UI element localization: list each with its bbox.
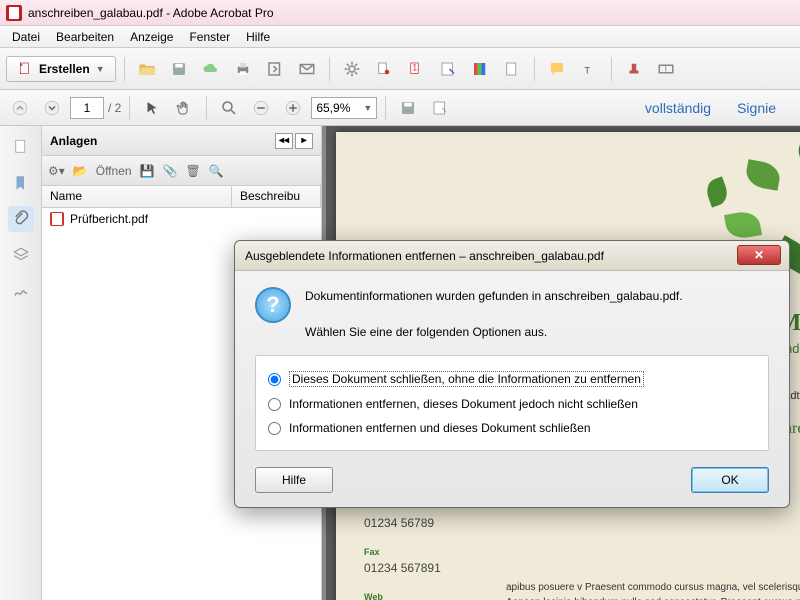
- open-button[interactable]: [133, 55, 161, 83]
- zoom-value: 65,9%: [316, 101, 350, 115]
- col-name[interactable]: Name: [42, 186, 232, 207]
- option-remove-keep-open[interactable]: Informationen entfernen, dieses Dokument…: [268, 392, 756, 416]
- ok-button[interactable]: OK: [691, 467, 769, 493]
- email-button[interactable]: [293, 55, 321, 83]
- create-icon: [17, 61, 33, 77]
- attach-open-label[interactable]: Öffnen: [96, 164, 132, 178]
- page-up-button[interactable]: [6, 94, 34, 122]
- layers-icon[interactable]: [8, 242, 34, 268]
- dialog-options: Dieses Dokument schließen, ohne die Info…: [255, 355, 769, 451]
- menu-bar: Datei Bearbeiten Anzeige Fenster Hilfe: [0, 26, 800, 48]
- page-down-button[interactable]: [38, 94, 66, 122]
- menu-window[interactable]: Fenster: [181, 28, 238, 46]
- radio-3[interactable]: [268, 422, 281, 435]
- chevron-down-icon: ▼: [96, 64, 105, 74]
- attach-add-icon[interactable]: 📎: [163, 164, 178, 178]
- dialog-message-1: Dokumentinformationen wurden gefunden in…: [305, 287, 683, 305]
- attachment-name: Prüfbericht.pdf: [70, 212, 148, 226]
- selection-tool[interactable]: [138, 94, 166, 122]
- tool-button-1[interactable]: [370, 55, 398, 83]
- doc-contact: 01234 56789 Fax 01234 567891 Web galabau…: [364, 514, 484, 600]
- attach-save-icon[interactable]: 💾: [140, 164, 155, 178]
- comment-button[interactable]: [543, 55, 571, 83]
- tool-button-5[interactable]: [498, 55, 526, 83]
- window-titlebar: anschreiben_galabau.pdf - Adobe Acrobat …: [0, 0, 800, 26]
- col-desc[interactable]: Beschreibu: [232, 186, 321, 207]
- option-3-label: Informationen entfernen und dieses Dokum…: [289, 421, 591, 435]
- attachments-toolbar: ⚙▾ 📂 Öffnen 💾 📎 🗑 🔍: [42, 156, 321, 186]
- attach-search-icon[interactable]: 🔍: [209, 164, 224, 178]
- svg-text:T: T: [584, 65, 590, 75]
- dialog-titlebar[interactable]: Ausgeblendete Informationen entfernen – …: [235, 241, 789, 271]
- option-1-label: Dieses Dokument schließen, ohne die Info…: [289, 371, 644, 387]
- option-2-label: Informationen entfernen, dieses Dokument…: [289, 397, 638, 411]
- attach-options-icon[interactable]: ⚙▾: [48, 164, 65, 178]
- radio-2[interactable]: [268, 398, 281, 411]
- app-icon: [6, 5, 22, 21]
- signatures-icon[interactable]: [8, 278, 34, 304]
- svg-text:1: 1: [412, 62, 417, 72]
- zoom-level-select[interactable]: 65,9% ▼: [311, 97, 377, 119]
- tool-button-4[interactable]: [466, 55, 494, 83]
- tool-button-3[interactable]: [434, 55, 462, 83]
- zoom-in-button[interactable]: [279, 94, 307, 122]
- attachments-icon[interactable]: [8, 206, 34, 232]
- dialog-message-2: Wählen Sie eine der folgenden Optionen a…: [305, 323, 683, 341]
- zoom-tool[interactable]: [215, 94, 243, 122]
- chevron-down-icon: ▼: [363, 103, 372, 113]
- bookmarks-icon[interactable]: [8, 170, 34, 196]
- radio-1[interactable]: [268, 373, 281, 386]
- main-toolbar: Erstellen ▼ 1 T T: [0, 48, 800, 90]
- panel-next-button[interactable]: ▸: [295, 133, 313, 149]
- menu-view[interactable]: Anzeige: [122, 28, 181, 46]
- save-copy-button[interactable]: [394, 94, 422, 122]
- hidden-info-dialog: Ausgeblendete Informationen entfernen – …: [234, 240, 790, 508]
- page-number-input[interactable]: [70, 97, 104, 119]
- textbox-button[interactable]: T: [652, 55, 680, 83]
- share-button[interactable]: [261, 55, 289, 83]
- create-label: Erstellen: [39, 62, 90, 76]
- attach-delete-icon[interactable]: 🗑: [185, 164, 200, 178]
- svg-text:T: T: [663, 63, 669, 73]
- panel-prev-button[interactable]: ◂◂: [275, 133, 293, 149]
- menu-edit[interactable]: Bearbeiten: [48, 28, 122, 46]
- attach-open-icon[interactable]: 📂: [73, 164, 88, 178]
- help-button[interactable]: Hilfe: [255, 467, 333, 493]
- question-icon: ?: [255, 287, 291, 323]
- cloud-button[interactable]: [197, 55, 225, 83]
- attachment-item[interactable]: Prüfbericht.pdf: [42, 208, 321, 230]
- nav-panel-strip: [0, 126, 42, 600]
- doc-body: apibus posuere v Praesent commodo cursus…: [506, 580, 800, 600]
- menu-help[interactable]: Hilfe: [238, 28, 278, 46]
- create-button[interactable]: Erstellen ▼: [6, 56, 116, 82]
- reading-mode-button[interactable]: [426, 94, 454, 122]
- hand-tool[interactable]: [170, 94, 198, 122]
- option-remove-and-close[interactable]: Informationen entfernen und dieses Dokum…: [268, 416, 756, 440]
- zoom-out-button[interactable]: [247, 94, 275, 122]
- pdf-icon: [50, 212, 64, 226]
- text-button[interactable]: T: [575, 55, 603, 83]
- menu-file[interactable]: Datei: [4, 28, 48, 46]
- dialog-title: Ausgeblendete Informationen entfernen – …: [245, 249, 604, 263]
- window-title: anschreiben_galabau.pdf - Adobe Acrobat …: [28, 6, 274, 20]
- thumbnails-icon[interactable]: [8, 134, 34, 160]
- print-button[interactable]: [229, 55, 257, 83]
- save-button[interactable]: [165, 55, 193, 83]
- stamp-button[interactable]: [620, 55, 648, 83]
- tool-button-2[interactable]: 1: [402, 55, 430, 83]
- attachments-title: Anlagen: [50, 134, 97, 148]
- nav-toolbar: / 2 65,9% ▼ vollständig Signie: [0, 90, 800, 126]
- sign-link[interactable]: Signie: [729, 96, 784, 120]
- gear-button[interactable]: [338, 55, 366, 83]
- dialog-close-button[interactable]: ✕: [737, 245, 781, 265]
- view-full-link[interactable]: vollständig: [637, 96, 719, 120]
- option-close-without-remove[interactable]: Dieses Dokument schließen, ohne die Info…: [268, 366, 756, 392]
- page-total: / 2: [108, 101, 121, 115]
